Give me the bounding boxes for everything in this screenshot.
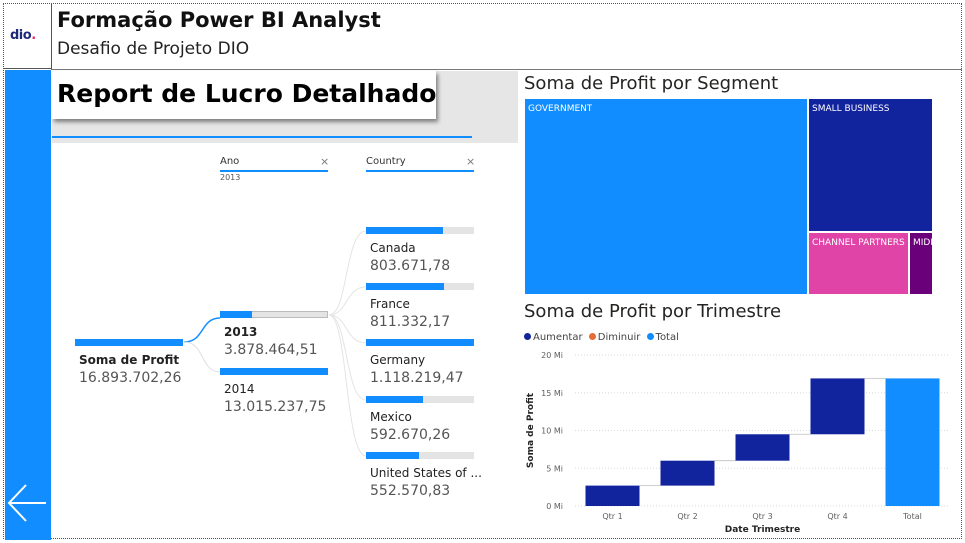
header-divider: [51, 69, 962, 70]
y-tick-label: 0 Mi: [546, 502, 563, 511]
country-value: 552.570,83: [370, 483, 451, 499]
legend-dot-icon: [588, 333, 596, 340]
y-tick-label: 20 Mi: [541, 351, 563, 360]
x-tick-label: Qtr 2: [677, 512, 697, 521]
x-axis-title: Date Trimestre: [725, 525, 800, 535]
x-tick-label: Total: [902, 512, 922, 521]
treemap-label: SMALL BUSINESS: [812, 104, 890, 114]
treemap-cell-midmarket[interactable]: MIDMA...: [909, 232, 935, 295]
root-value: 16.893.702,26: [79, 370, 182, 386]
close-icon[interactable]: ×: [466, 155, 475, 168]
page-title: Report de Lucro Detalhado: [57, 79, 437, 108]
year-label: 2014: [224, 382, 255, 396]
filter-ano-value: 2013: [220, 173, 241, 182]
country-value: 1.118.219,47: [370, 370, 464, 386]
filter-ano-label: Ano: [220, 156, 240, 167]
country-label: France: [370, 297, 410, 311]
legend-item-total[interactable]: Total: [646, 332, 679, 343]
country-value: 803.671,78: [370, 258, 451, 274]
waterfall-bar: [885, 378, 940, 506]
year-label: 2013: [224, 325, 258, 339]
x-tick-label: Qtr 1: [602, 512, 622, 521]
legend-item-diminuir[interactable]: Diminuir: [588, 332, 641, 343]
x-tick-label: Qtr 3: [752, 512, 772, 521]
legend-item-aumentar[interactable]: Aumentar: [524, 332, 583, 343]
waterfall-title: Soma de Profit por Trimestre: [524, 301, 782, 322]
year-value: 3.878.464,51: [224, 342, 318, 358]
country-bar-fill: [366, 396, 424, 403]
country-label: Germany: [370, 353, 426, 367]
year-bar-fill: [220, 368, 328, 375]
country-bar-fill: [366, 283, 444, 290]
waterfall-bar: [810, 378, 865, 435]
back-arrow-icon[interactable]: [6, 482, 48, 524]
filter-country-underline: [366, 170, 474, 172]
treemap-cell-government[interactable]: GOVERNMENT: [524, 98, 808, 295]
country-label: Mexico: [370, 410, 412, 424]
waterfall-bar: [660, 460, 715, 486]
legend-label: Diminuir: [597, 332, 641, 343]
waterfall-bar: [585, 485, 640, 506]
country-bar-fill: [366, 339, 474, 346]
country-value: 811.332,17: [370, 314, 451, 330]
close-icon[interactable]: ×: [320, 155, 329, 168]
treemap-label: GOVERNMENT: [528, 104, 593, 114]
legend-label: Total: [655, 332, 679, 343]
treemap-label: CHANNEL PARTNERS: [812, 238, 905, 248]
logo: dio.: [4, 4, 52, 69]
filter-country-label: Country: [366, 156, 406, 167]
country-label: United States of ...: [370, 466, 482, 480]
legend-dot-icon: [646, 333, 654, 340]
x-tick-label: Qtr 4: [827, 512, 847, 521]
title-underline: [52, 136, 472, 138]
treemap-cell-small-business[interactable]: SMALL BUSINESS: [808, 98, 933, 232]
waterfall-chart: 0 Mi 5 Mi 10 Mi 15 Mi 20 Mi Soma de Profit Dat…: [526, 351, 950, 535]
country-value: 592.670,26: [370, 427, 451, 443]
left-navigation-bar: [5, 70, 51, 540]
y-axis-title: Soma de Profit: [526, 392, 536, 468]
legend-label: Aumentar: [533, 332, 583, 343]
country-label: Canada: [370, 241, 416, 255]
root-label: Soma de Profit: [79, 353, 180, 367]
legend-dot-icon: [524, 333, 531, 340]
y-tick-label: 5 Mi: [546, 464, 563, 473]
y-tick-label: 10 Mi: [541, 427, 563, 436]
country-bar-fill: [366, 452, 419, 459]
waterfall-legend: Aumentar Diminuir Total: [524, 332, 682, 343]
dio-logo-icon: dio.: [10, 28, 36, 43]
y-tick-label: 15 Mi: [541, 389, 563, 398]
year-bar-fill: [220, 311, 253, 318]
root-bar-fill: [75, 339, 183, 346]
waterfall-bar: [735, 434, 790, 461]
filter-ano-underline: [220, 170, 328, 172]
app-subtitle: Desafio de Projeto DIO: [57, 39, 250, 59]
page-title-card: Report de Lucro Detalhado: [52, 71, 436, 119]
treemap-title: Soma de Profit por Segment: [524, 73, 779, 94]
app-title: Formação Power BI Analyst: [57, 8, 381, 32]
year-value: 13.015.237,75: [224, 399, 327, 415]
treemap-label: MIDMA...: [913, 238, 935, 248]
country-bar-fill: [366, 227, 443, 234]
treemap-cell-channel-partners[interactable]: CHANNEL PARTNERS: [808, 232, 909, 295]
